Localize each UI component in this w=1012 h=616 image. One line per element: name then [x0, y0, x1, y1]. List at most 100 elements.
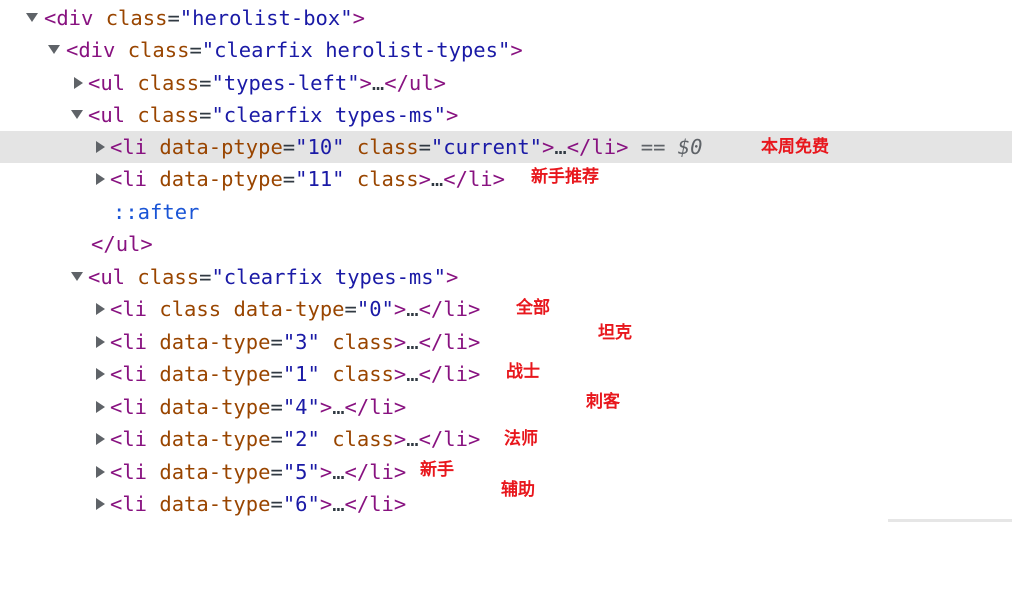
attr-name: class — [137, 71, 200, 95]
annotation-all: 全部 — [516, 298, 550, 318]
dom-node-li-type-0[interactable]: <li class data-type="0">…</li> 全部 — [0, 293, 1012, 325]
close-tag-name: li — [443, 297, 468, 321]
attr-value: "clearfix types-ms" — [211, 103, 446, 127]
collapse-triangle-icon[interactable] — [48, 45, 60, 54]
expand-triangle-icon[interactable] — [96, 401, 105, 413]
annotation-warrior: 战士 — [506, 362, 540, 382]
attr-value: "types-left" — [211, 71, 360, 95]
dom-node-li-type-1[interactable]: <li data-type="1" class>…</li> 战士 — [0, 358, 1012, 390]
attr-value: "clearfix types-ms" — [211, 265, 446, 289]
attr-name: data-type — [159, 362, 271, 386]
expand-triangle-icon[interactable] — [96, 303, 105, 315]
attr-name: data-type — [159, 330, 271, 354]
tag-name: li — [122, 427, 148, 451]
dom-node-close-ul[interactable]: </ul> — [0, 228, 1012, 260]
close-tag-name: li — [369, 460, 394, 484]
tag-name: div — [56, 6, 94, 30]
annotation-assassin: 刺客 — [586, 392, 620, 412]
dom-node-herolist-box[interactable]: <div class="herolist-box"> — [0, 2, 1012, 34]
close-tag-name: li — [467, 167, 493, 191]
attr-name: data-ptype — [159, 167, 283, 191]
close-tag-name: li — [443, 330, 468, 354]
expand-triangle-icon[interactable] — [96, 368, 105, 380]
attr-value: "3" — [282, 330, 320, 354]
attr-name: class — [159, 297, 222, 321]
attr-value: "10" — [295, 135, 345, 159]
attr-name: class — [332, 427, 394, 451]
expand-triangle-icon[interactable] — [96, 173, 105, 185]
attr-value: "4" — [282, 395, 320, 419]
dom-node-types-left[interactable]: <ul class="types-left">…</ul> — [0, 67, 1012, 99]
attr-name: data-type — [159, 460, 271, 484]
dom-node-li-type-4[interactable]: <li data-type="4">…</li> 刺客 — [0, 391, 1012, 423]
attr-name: data-type — [159, 492, 271, 516]
console-ref-equals: == — [640, 135, 666, 159]
attr-name: class — [127, 38, 190, 62]
close-tag-name: li — [443, 427, 468, 451]
annotation-mage: 法师 — [504, 429, 538, 449]
attr-name: class — [332, 330, 394, 354]
attr-value: "2" — [282, 427, 320, 451]
dom-node-li-type-6[interactable]: <li data-type="6">…</li> 辅助 — [0, 480, 1012, 520]
close-tag-name: li — [591, 135, 617, 159]
pseudo-element: ::after — [113, 200, 200, 224]
dom-node-li-type-2[interactable]: <li data-type="2" class>…</li> 法师 — [0, 423, 1012, 455]
close-tag-name: li — [443, 362, 468, 386]
attr-name: class — [356, 135, 419, 159]
close-tag-name: ul — [115, 232, 141, 256]
attr-name: class — [332, 362, 394, 386]
attr-name: data-type — [159, 427, 271, 451]
attr-value: "6" — [282, 492, 320, 516]
dom-node-li-type-3[interactable]: <li data-type="3" class>…</li> 坦克 — [0, 323, 1012, 358]
close-tag-name: ul — [408, 71, 434, 95]
attr-name: class — [356, 167, 419, 191]
tag-name: li — [122, 395, 148, 419]
expand-triangle-icon[interactable] — [96, 498, 105, 510]
collapse-triangle-icon[interactable] — [71, 110, 83, 119]
dom-node-types-ms-2[interactable]: <ul class="clearfix types-ms"> — [0, 261, 1012, 293]
dom-node-li-ptype-10-selected[interactable]: <li data-ptype="10" class="current">…</l… — [0, 131, 1012, 163]
attr-value: "current" — [430, 135, 543, 159]
tag-name: li — [122, 330, 148, 354]
attr-value: "1" — [282, 362, 320, 386]
expand-triangle-icon[interactable] — [74, 77, 83, 89]
annotation-free-week: 本周免费 — [761, 137, 829, 157]
attr-name: class — [105, 6, 168, 30]
annotation-newbie: 新手 — [420, 460, 454, 480]
dom-node-types-ms-1[interactable]: <ul class="clearfix types-ms"> — [0, 99, 1012, 131]
tag-name: ul — [100, 103, 126, 127]
tag-name: li — [122, 167, 148, 191]
console-ref-var: $0 — [677, 135, 703, 159]
tag-name: div — [78, 38, 116, 62]
close-tag-name: li — [369, 395, 394, 419]
collapse-triangle-icon[interactable] — [71, 272, 83, 281]
attr-value: "11" — [295, 167, 345, 191]
expand-triangle-icon[interactable] — [96, 141, 105, 153]
annotation-tank: 坦克 — [598, 323, 632, 343]
dom-node-herolist-types[interactable]: <div class="clearfix herolist-types"> — [0, 34, 1012, 66]
tag-name: li — [122, 460, 148, 484]
attr-value: "5" — [282, 460, 320, 484]
dom-node-pseudo-after[interactable]: ::after — [0, 196, 1012, 228]
tag-name: li — [122, 135, 148, 159]
tag-name: ul — [100, 265, 126, 289]
tag-name: ul — [100, 71, 126, 95]
attr-name: data-type — [233, 297, 345, 321]
attr-value: "clearfix herolist-types" — [201, 38, 511, 62]
collapse-triangle-icon[interactable] — [26, 13, 38, 22]
attr-value: "0" — [356, 297, 394, 321]
attr-name: class — [137, 265, 200, 289]
attr-name: class — [137, 103, 200, 127]
dom-node-li-ptype-11[interactable]: <li data-ptype="11" class>…</li> 新手推荐 — [0, 163, 1012, 195]
expand-triangle-icon[interactable] — [96, 433, 105, 445]
tag-name: li — [122, 492, 148, 516]
expand-triangle-icon[interactable] — [96, 466, 105, 478]
attr-name: data-type — [159, 395, 271, 419]
expand-triangle-icon[interactable] — [96, 336, 105, 348]
tag-name: li — [122, 362, 148, 386]
attr-name: data-ptype — [159, 135, 283, 159]
tag-name: li — [122, 297, 148, 321]
close-tag-name: li — [369, 492, 394, 516]
annotation-support: 辅助 — [501, 480, 535, 500]
attr-value: "herolist-box" — [179, 6, 353, 30]
